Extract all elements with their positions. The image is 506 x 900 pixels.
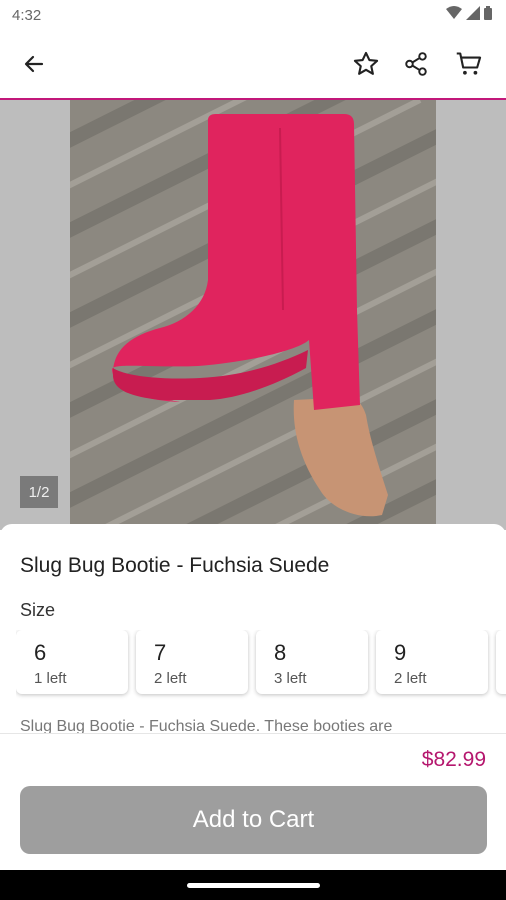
add-to-cart-button[interactable]: Add to Cart: [20, 786, 487, 854]
wifi-icon: [446, 6, 462, 19]
product-price: $82.99: [421, 748, 486, 771]
share-button[interactable]: [396, 44, 436, 84]
size-stock: 2 left: [394, 670, 427, 687]
size-value: 8: [274, 640, 287, 665]
battery-icon: [484, 6, 492, 20]
status-bar: 4:32: [0, 0, 506, 30]
size-stock: 2 left: [154, 670, 187, 687]
product-image-gallery[interactable]: 1/2: [0, 100, 506, 530]
star-outline-icon: [353, 51, 379, 75]
arrow-left-icon: [24, 55, 44, 73]
size-option[interactable]: 8 3 left: [256, 630, 368, 694]
favorite-button[interactable]: [346, 44, 386, 84]
size-stock: 3 left: [274, 670, 307, 687]
product-photo: [70, 100, 436, 530]
size-selector: 6 1 left 7 2 left 8 3 left 9 2 left: [16, 630, 506, 700]
description-divider: [0, 733, 506, 734]
size-option[interactable]: 7 2 left: [136, 630, 248, 694]
size-value: 7: [154, 640, 167, 665]
size-option[interactable]: 9 2 left: [376, 630, 488, 694]
cart-icon: [456, 52, 482, 75]
product-details-sheet: Slug Bug Bootie - Fuchsia Suede Size 6 1…: [0, 524, 506, 870]
status-icons: [446, 6, 492, 20]
home-gesture-handle[interactable]: [187, 883, 320, 888]
size-value: 9: [394, 640, 407, 665]
app-bar: [0, 30, 506, 98]
size-option[interactable]: 6 1 left: [16, 630, 128, 694]
back-button[interactable]: [14, 44, 54, 84]
product-description: Slug Bug Bootie - Fuchsia Suede. These b…: [20, 718, 393, 733]
image-counter: 1/2: [20, 476, 58, 508]
product-title: Slug Bug Bootie - Fuchsia Suede: [20, 554, 330, 577]
signal-icon: [466, 6, 480, 20]
cart-button[interactable]: [449, 44, 489, 84]
size-stock: 1 left: [34, 670, 67, 687]
system-nav-bar: [0, 870, 506, 900]
size-option-partial[interactable]: [496, 630, 506, 694]
size-value: 6: [34, 640, 47, 665]
share-icon: [405, 52, 427, 76]
status-time: 4:32: [12, 7, 42, 24]
size-label: Size: [20, 600, 56, 620]
